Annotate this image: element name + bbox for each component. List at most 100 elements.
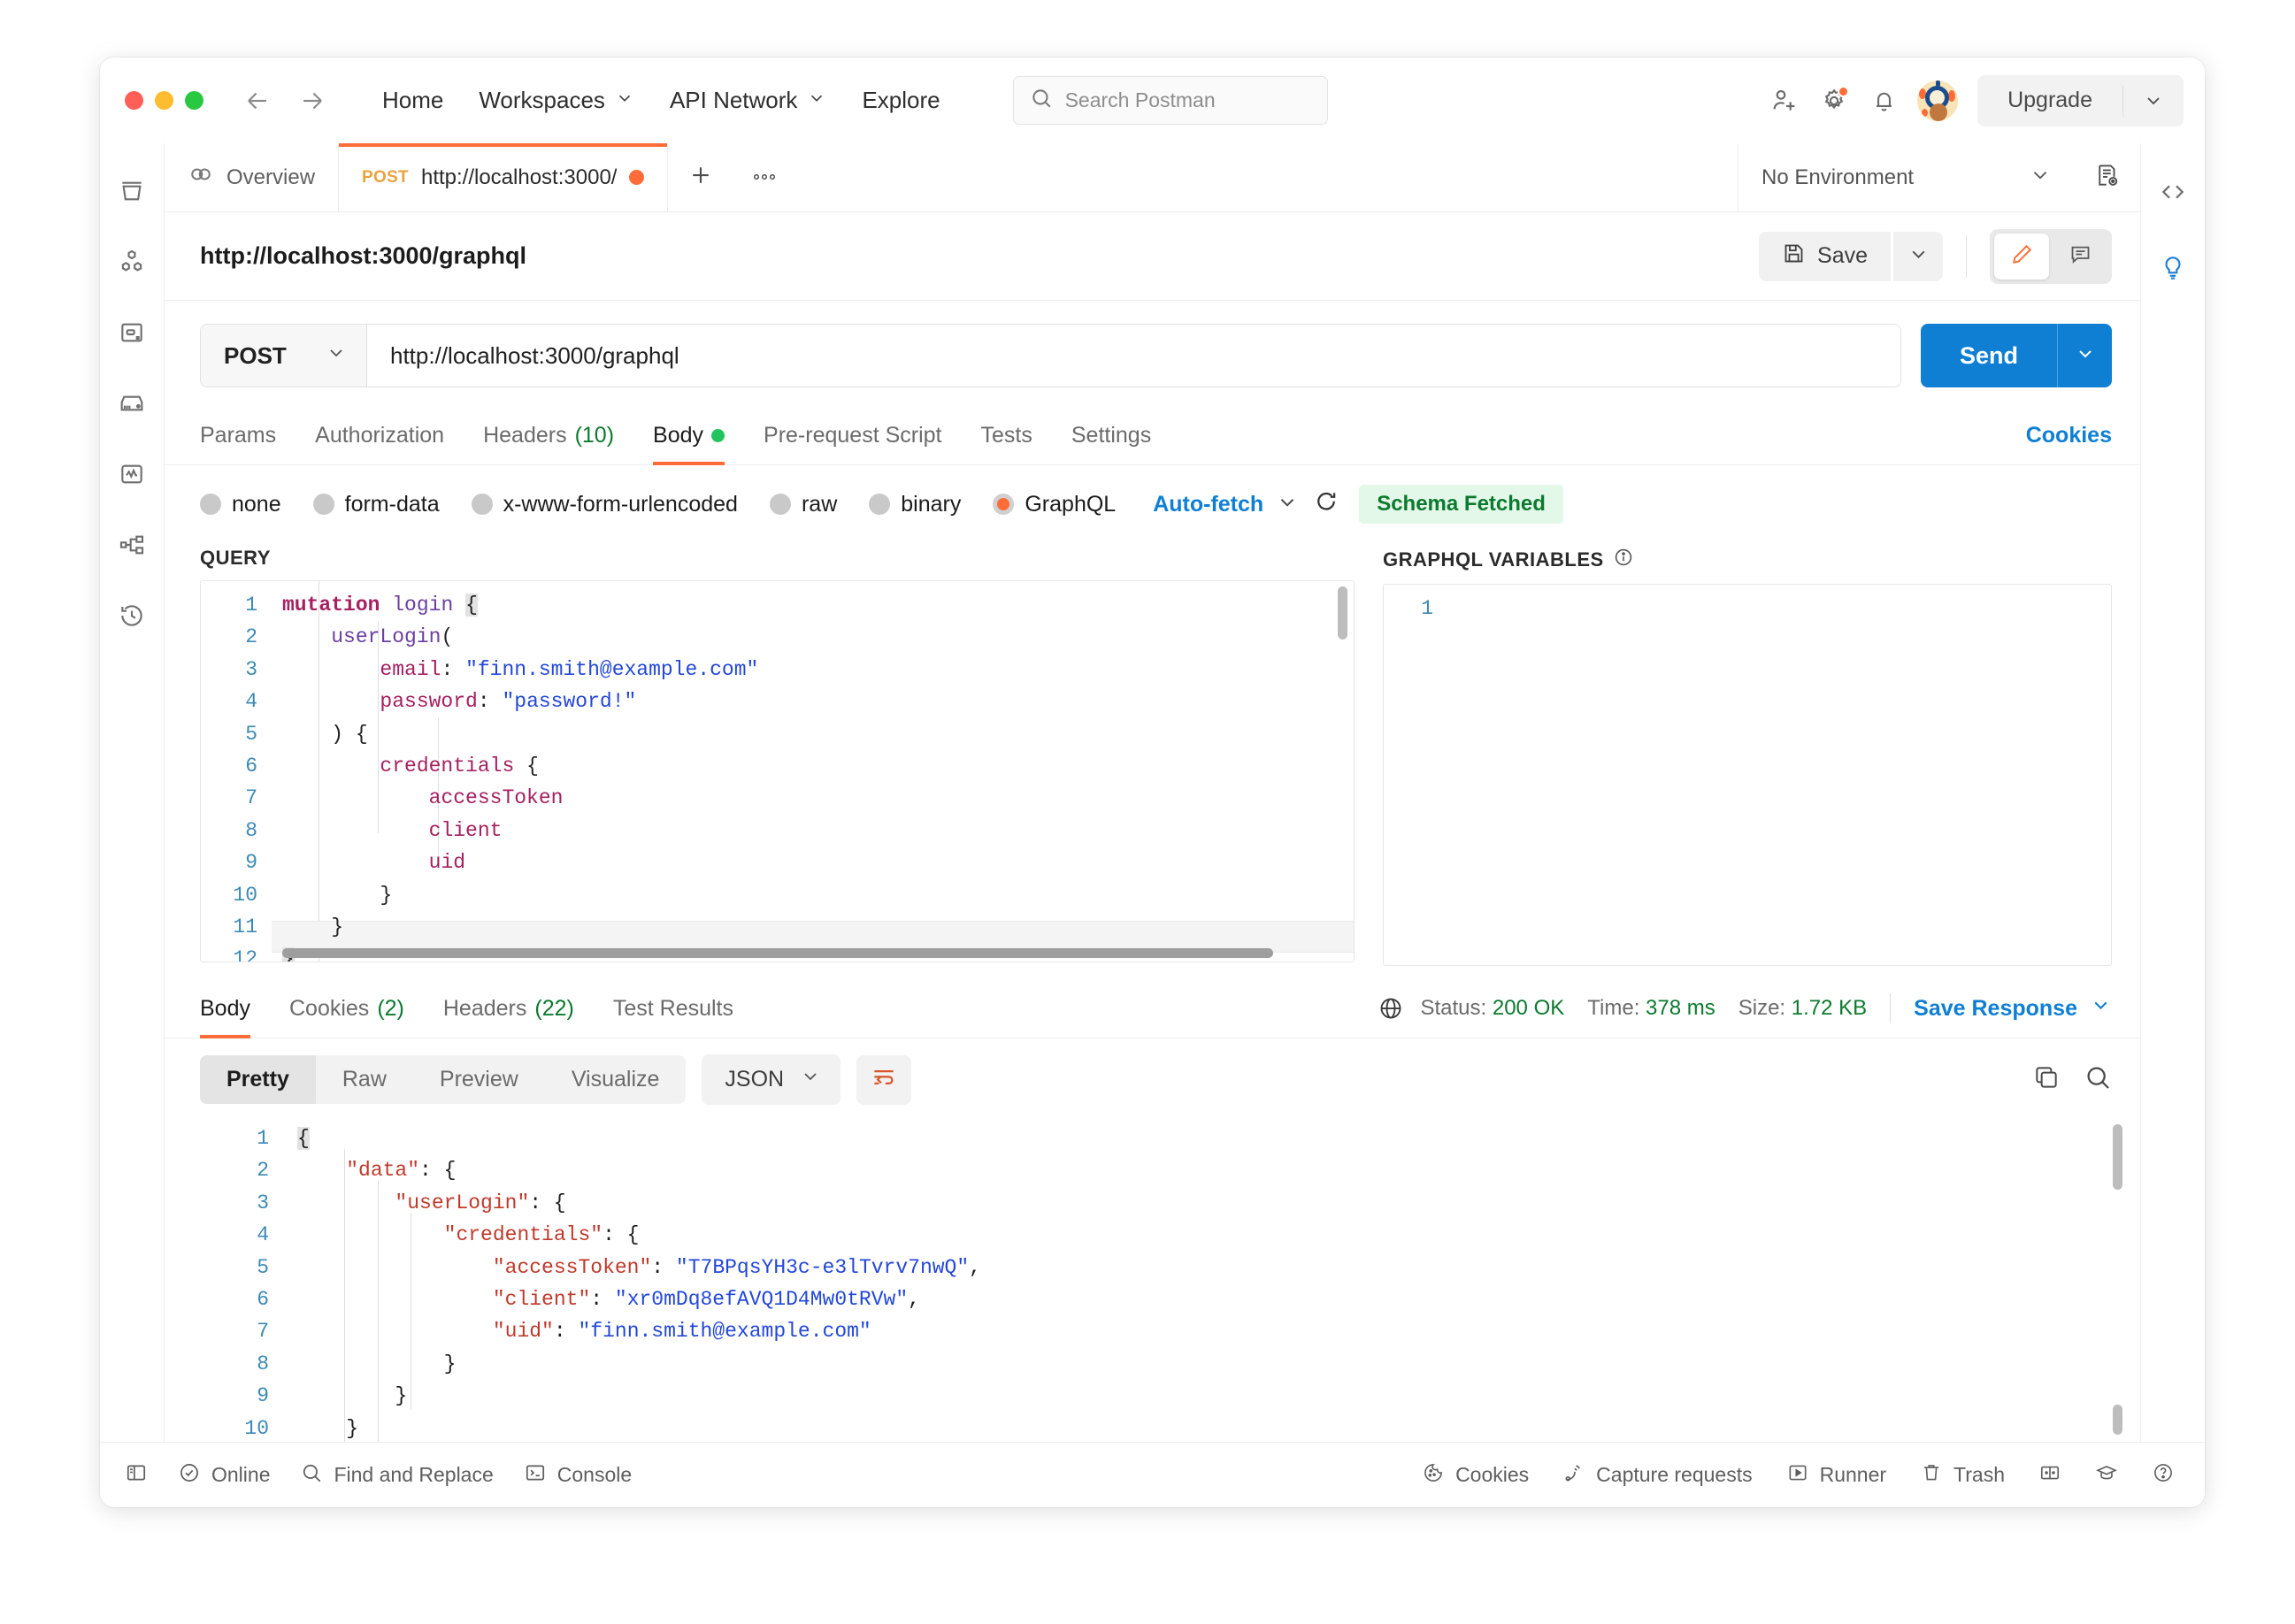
body-type-raw[interactable]: raw xyxy=(770,492,837,517)
nav-item-explore[interactable]: Explore xyxy=(844,80,957,121)
upgrade-button[interactable]: Upgrade xyxy=(1977,75,2184,126)
edit-mode-button[interactable] xyxy=(1994,234,2049,280)
new-tab-button[interactable] xyxy=(668,143,733,211)
save-response-button[interactable]: Save Response xyxy=(1914,994,2112,1023)
send-options-button[interactable] xyxy=(2057,324,2112,387)
query-pane-label: QUERY xyxy=(200,541,1355,580)
tab-options-button[interactable] xyxy=(733,143,795,211)
trash-button[interactable]: Trash xyxy=(1920,1461,2005,1490)
method-select[interactable]: POST xyxy=(201,325,367,387)
response-size-value: 1.72 KB xyxy=(1792,996,1867,1020)
comment-button[interactable] xyxy=(2053,234,2107,280)
sidebar-item-monitors[interactable] xyxy=(100,440,165,511)
refresh-schema-button[interactable] xyxy=(1313,489,1339,520)
online-status[interactable]: Online xyxy=(178,1461,270,1490)
request-tab-body[interactable]: Body xyxy=(633,409,744,464)
environment-quick-look-button[interactable] xyxy=(2075,143,2140,211)
response-tab-cookies[interactable]: Cookies (2) xyxy=(270,982,424,1038)
console-label: Console xyxy=(557,1463,632,1487)
learning-center-button[interactable] xyxy=(2095,1461,2118,1490)
response-body-viewer[interactable]: 12345678910 { "data": { "userLogin": { "… xyxy=(165,1117,2140,1442)
response-tab-body[interactable]: Body xyxy=(200,982,270,1038)
body-type-binary[interactable]: binary xyxy=(869,492,961,517)
console-button[interactable]: Console xyxy=(524,1461,632,1490)
url-input[interactable]: http://localhost:3000/graphql xyxy=(367,342,702,370)
body-type-form-data[interactable]: form-data xyxy=(313,492,440,517)
find-and-replace-button[interactable]: Find and Replace xyxy=(300,1461,493,1490)
minimize-window-button[interactable] xyxy=(155,91,173,110)
nav-item-workspaces[interactable]: Workspaces xyxy=(461,80,652,121)
response-scrollbar-top[interactable] xyxy=(2113,1124,2122,1190)
sidebar-toggle-button[interactable] xyxy=(125,1461,148,1490)
body-type-none[interactable]: none xyxy=(200,492,281,517)
wrap-lines-button[interactable] xyxy=(856,1055,911,1105)
request-tabs: Params Authorization Headers (10) Body P… xyxy=(165,409,2140,465)
request-tab-tests-label: Tests xyxy=(981,423,1032,448)
right-sidebar-rail xyxy=(2140,143,2205,1442)
response-body-actions xyxy=(2032,1063,2112,1096)
save-options-button[interactable] xyxy=(1893,232,1943,281)
send-button[interactable]: Send xyxy=(1921,342,2057,370)
body-type-row: none form-data x-www-form-urlencoded raw… xyxy=(165,465,2140,541)
help-button[interactable] xyxy=(2152,1461,2175,1490)
format-preview-button[interactable]: Preview xyxy=(413,1055,545,1104)
content-type-select[interactable]: JSON xyxy=(702,1054,840,1105)
response-scrollbar-bottom[interactable] xyxy=(2113,1405,2122,1435)
maximize-window-button[interactable] xyxy=(185,91,203,110)
postbot-button[interactable] xyxy=(2141,232,2206,308)
sidebar-item-apis[interactable] xyxy=(100,228,165,299)
format-pretty-button[interactable]: Pretty xyxy=(200,1055,316,1104)
variables-editor[interactable]: 1 xyxy=(1383,584,2112,966)
capture-requests-button[interactable]: Capture requests xyxy=(1562,1461,1752,1490)
chevron-down-icon xyxy=(326,342,347,370)
arrow-left-icon[interactable] xyxy=(242,86,272,116)
cookies-link[interactable]: Cookies xyxy=(2026,409,2112,464)
cookies-button[interactable]: Cookies xyxy=(1422,1461,1529,1490)
request-tab-authorization[interactable]: Authorization xyxy=(296,409,464,464)
auto-fetch-caret-button[interactable] xyxy=(1276,491,1299,518)
response-tab-headers[interactable]: Headers (22) xyxy=(424,982,594,1038)
arrow-right-icon[interactable] xyxy=(297,86,327,116)
runner-button[interactable]: Runner xyxy=(1786,1461,1886,1490)
sidebar-item-collections[interactable] xyxy=(100,157,165,228)
avatar[interactable] xyxy=(1917,80,1958,121)
response-tab-test-results[interactable]: Test Results xyxy=(594,982,753,1038)
request-tab-params[interactable]: Params xyxy=(200,409,296,464)
tab-request[interactable]: POST http://localhost:3000/ xyxy=(339,143,668,211)
format-raw-button[interactable]: Raw xyxy=(316,1055,413,1104)
query-editor-h-scrollbar[interactable] xyxy=(282,948,1273,958)
environment-selector[interactable]: No Environment xyxy=(1739,143,2075,211)
format-visualize-button[interactable]: Visualize xyxy=(545,1055,687,1104)
nav-item-home[interactable]: Home xyxy=(365,80,461,121)
chevron-down-icon[interactable] xyxy=(2123,90,2184,111)
tab-overview[interactable]: Overview xyxy=(165,143,339,211)
two-pane-button[interactable] xyxy=(2038,1461,2061,1490)
body-type-graphql[interactable]: GraphQL xyxy=(993,492,1116,517)
gear-icon[interactable] xyxy=(1809,76,1859,126)
nav-item-api-network[interactable]: API Network xyxy=(652,80,845,121)
view-toggle-group xyxy=(1990,229,2112,284)
save-button[interactable]: Save xyxy=(1759,232,1891,281)
bell-icon[interactable] xyxy=(1859,76,1908,126)
sidebar-item-flows[interactable] xyxy=(100,511,165,582)
close-window-button[interactable] xyxy=(125,91,143,110)
search-icon[interactable] xyxy=(2084,1063,2112,1096)
request-tab-tests[interactable]: Tests xyxy=(962,409,1052,464)
search-input[interactable]: Search Postman xyxy=(1013,76,1328,125)
info-icon[interactable] xyxy=(1613,547,1634,573)
help-circle-icon xyxy=(2152,1461,2175,1490)
query-editor-scrollbar[interactable] xyxy=(1338,586,1347,640)
sidebar-item-environments[interactable] xyxy=(100,299,165,370)
response-tab-headers-label: Headers xyxy=(443,996,527,1022)
code-snippet-button[interactable] xyxy=(2141,156,2206,232)
copy-icon[interactable] xyxy=(2032,1063,2061,1096)
body-type-x-www-form-urlencoded[interactable]: x-www-form-urlencoded xyxy=(472,492,738,517)
request-tab-pre-request-script[interactable]: Pre-request Script xyxy=(744,409,961,464)
request-tab-settings[interactable]: Settings xyxy=(1052,409,1171,464)
sidebar-item-history[interactable] xyxy=(100,582,165,653)
person-add-icon[interactable] xyxy=(1760,76,1809,126)
query-editor[interactable]: 123456789101112 mutation login { userLog… xyxy=(200,580,1355,962)
request-tab-headers[interactable]: Headers (10) xyxy=(464,409,633,464)
sidebar-item-mock-servers[interactable] xyxy=(100,370,165,440)
auto-fetch-button[interactable]: Auto-fetch xyxy=(1153,492,1263,517)
